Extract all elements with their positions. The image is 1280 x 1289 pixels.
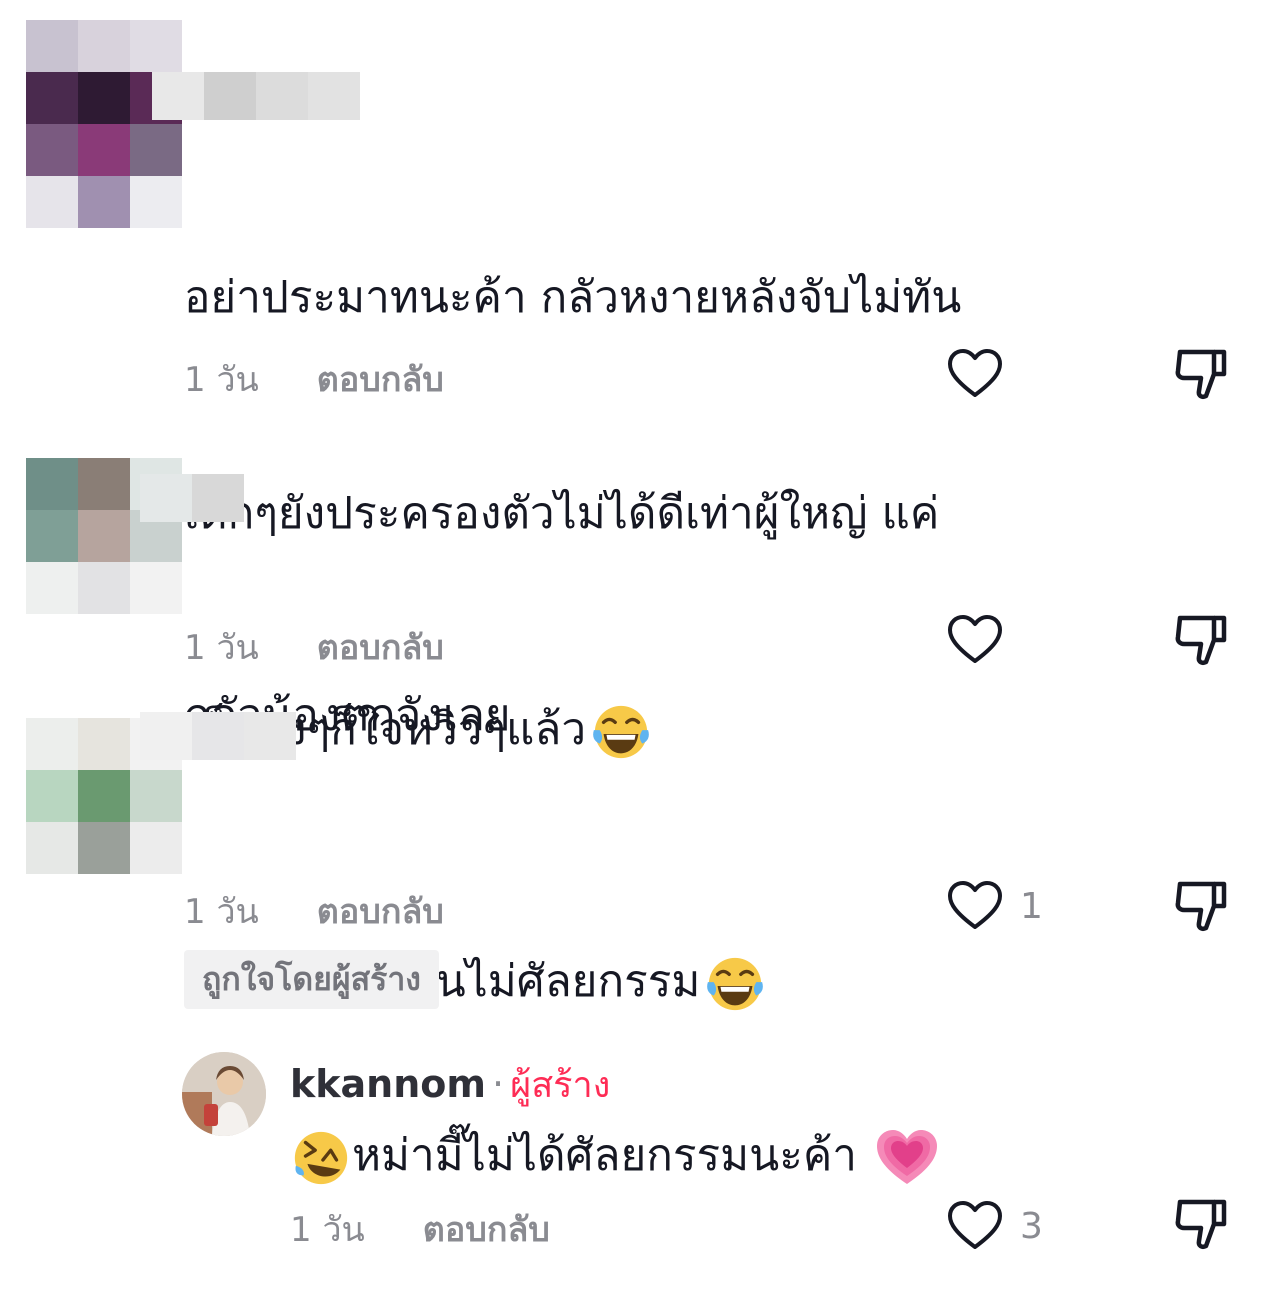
reply-button[interactable]: ตอบกลับ <box>423 1202 550 1256</box>
reply-button[interactable]: ตอบกลับ <box>317 620 444 674</box>
avatar[interactable] <box>182 1052 266 1136</box>
avatar-blurred[interactable] <box>26 20 182 228</box>
like-count: 1 <box>1020 885 1043 927</box>
joy-emoji-icon <box>704 953 766 1015</box>
timestamp: 1 วัน <box>184 628 259 668</box>
username-blurred[interactable] <box>140 712 296 760</box>
username[interactable]: kkannom <box>290 1062 486 1106</box>
like-button[interactable] <box>946 348 1004 400</box>
username-blurred[interactable] <box>140 474 244 522</box>
reply-text-content: หม่ามี๊ไม่ได้ศัลยกรรมนะค้า <box>352 1130 857 1181</box>
comment-text-line: กลัวน้องตกจังเลย <box>184 690 511 741</box>
dislike-button[interactable] <box>1172 1196 1232 1256</box>
comment-meta: 1 วัน ตอบกลับ <box>184 620 444 674</box>
timestamp: 1 วัน <box>290 1210 365 1250</box>
heart-icon <box>946 1200 1004 1252</box>
like-button[interactable] <box>946 614 1004 666</box>
reply-button[interactable]: ตอบกลับ <box>317 884 444 938</box>
heart-icon <box>946 880 1004 932</box>
reply-meta: 1 วัน ตอบกลับ <box>290 1202 550 1256</box>
thumbs-down-icon <box>1172 612 1232 668</box>
thumbs-down-icon <box>1172 878 1232 934</box>
dislike-button[interactable] <box>1172 612 1232 672</box>
creator-label: ผู้สร้าง <box>510 1065 611 1106</box>
reply-button[interactable]: ตอบกลับ <box>317 352 444 406</box>
separator: · <box>492 1062 505 1106</box>
like-button[interactable]: 3 <box>946 1200 1043 1252</box>
heart-icon <box>946 614 1004 666</box>
like-count: 3 <box>1020 1205 1043 1247</box>
heart-icon <box>946 348 1004 400</box>
username-blurred[interactable] <box>152 72 360 120</box>
thumbs-down-icon <box>1172 346 1232 402</box>
comment-meta: 1 วัน ตอบกลับ <box>184 884 444 938</box>
rolling-on-floor-laughing-icon <box>290 1127 352 1189</box>
thumbs-down-icon <box>1172 1196 1232 1252</box>
profile-photo-icon <box>182 1052 266 1136</box>
dislike-button[interactable] <box>1172 878 1232 938</box>
growing-heart-icon <box>875 1128 939 1188</box>
like-button[interactable]: 1 <box>946 880 1043 932</box>
timestamp: 1 วัน <box>184 892 259 932</box>
comment-text-line: อย่าประมาทนะค้า กลัวหงายหลังจับไม่ทัน <box>184 272 962 323</box>
timestamp: 1 วัน <box>184 360 259 400</box>
reply-text: หม่ามี๊ไม่ได้ศัลยกรรมนะค้า <box>290 1120 939 1192</box>
reply-header: kkannom · ผู้สร้าง <box>290 1056 610 1113</box>
dislike-button[interactable] <box>1172 346 1232 406</box>
liked-by-creator-badge: ถูกใจโดยผู้สร้าง <box>184 950 439 1009</box>
comment-meta: 1 วัน ตอบกลับ <box>184 352 444 406</box>
